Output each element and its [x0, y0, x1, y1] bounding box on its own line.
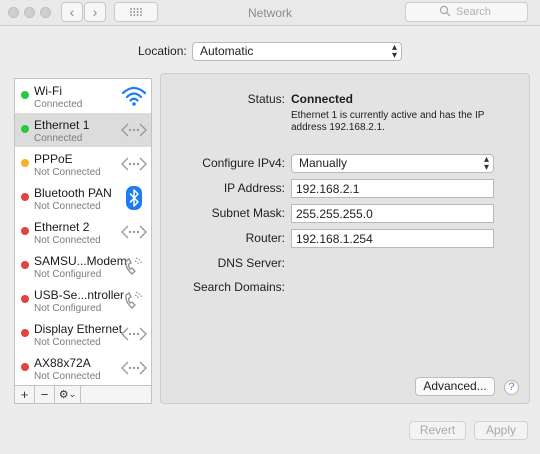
configure-ipv4-label: Configure IPv4: [202, 156, 285, 170]
service-status: Not Connected [34, 167, 101, 178]
service-status: Connected [34, 99, 83, 110]
remove-service-button[interactable]: − [35, 386, 55, 403]
service-name: SAMSU...Modem [34, 254, 127, 268]
service-list: Wi-Fi Connected Ethernet 1 Connected PPP… [14, 78, 152, 386]
status-label: Status: [247, 92, 285, 106]
search-placeholder: Search [456, 6, 491, 18]
search-icon [439, 5, 451, 17]
service-status: Not Connected [34, 235, 101, 246]
service-item-samsung-modem[interactable]: SAMSU...Modem Not Configured [15, 249, 151, 283]
service-status: Not Configured [34, 269, 102, 280]
ethernet-icon [121, 356, 147, 380]
ethernet-icon [121, 152, 147, 176]
service-item-bluetooth-pan[interactable]: Bluetooth PAN Not Connected [15, 181, 151, 215]
popup-arrows-icon: ▴ ▾ [391, 42, 397, 61]
service-status: Not Connected [34, 337, 101, 348]
status-value: Connected [291, 92, 354, 106]
search-field[interactable]: Search [405, 2, 528, 22]
status-dot [21, 193, 29, 201]
title-bar: ‹ › Network Search [0, 0, 540, 26]
router-label: Router: [245, 231, 285, 245]
service-item-wifi[interactable]: Wi-Fi Connected [15, 79, 151, 113]
advanced-button[interactable]: Advanced... [415, 377, 495, 396]
configure-ipv4-select[interactable]: Manually ▴ ▾ [291, 154, 494, 173]
action-menu-button[interactable]: ⚙︎ ⌄ [55, 386, 81, 403]
service-name: Ethernet 1 [34, 118, 90, 132]
help-button[interactable]: ? [504, 380, 519, 395]
service-item-display-ethernet[interactable]: Display Ethernet Not Connected [15, 317, 151, 351]
status-dot [21, 295, 29, 303]
status-description-line2: address 192.168.2.1. [291, 122, 385, 133]
phone-icon [121, 288, 147, 312]
service-name: PPPoE [34, 152, 73, 166]
minus-icon: − [40, 387, 49, 402]
service-name: Display Ethernet [34, 322, 123, 336]
service-name: Wi-Fi [34, 84, 62, 98]
status-dot [21, 159, 29, 167]
service-status: Not Configured [34, 303, 102, 314]
service-item-ethernet-1[interactable]: Ethernet 1 Connected [15, 113, 151, 147]
ethernet-icon [121, 322, 147, 346]
status-dot [21, 363, 29, 371]
location-value: Automatic [200, 44, 254, 58]
ethernet-icon [121, 220, 147, 244]
service-item-usb-serial-controller[interactable]: USB-Se...ntroller Not Configured [15, 283, 151, 317]
service-name: USB-Se...ntroller [34, 288, 125, 302]
ip-address-field[interactable] [291, 179, 494, 198]
chevron-down-icon: ⌄ [68, 389, 77, 399]
bluetooth-icon [121, 186, 147, 210]
service-status: Connected [34, 133, 83, 144]
service-status: Not Connected [34, 371, 101, 382]
add-service-button[interactable]: + [15, 386, 35, 403]
configure-ipv4-value: Manually [299, 156, 348, 170]
search-domains-label: Search Domains: [192, 280, 285, 294]
router-field[interactable] [291, 229, 494, 248]
phone-icon [121, 254, 147, 278]
revert-button[interactable]: Revert [409, 421, 466, 440]
status-description-line1: Ethernet 1 is currently active and has t… [291, 110, 485, 121]
wifi-icon [121, 84, 147, 108]
location-select[interactable]: Automatic ▴ ▾ [192, 42, 402, 61]
status-dot [21, 329, 29, 337]
detail-panel: Status: Connected Ethernet 1 is currentl… [160, 73, 530, 404]
status-dot [21, 125, 29, 133]
service-name: Bluetooth PAN [34, 186, 112, 200]
status-dot [21, 227, 29, 235]
status-dot [21, 261, 29, 269]
gear-icon: ⚙︎ [58, 389, 69, 401]
dns-server-label: DNS Server: [217, 256, 285, 270]
ip-address-label: IP Address: [223, 181, 285, 195]
service-item-pppoe[interactable]: PPPoE Not Connected [15, 147, 151, 181]
apply-button[interactable]: Apply [474, 421, 528, 440]
status-dot [21, 91, 29, 99]
service-name: Ethernet 2 [34, 220, 90, 234]
service-item-ethernet-2[interactable]: Ethernet 2 Not Connected [15, 215, 151, 249]
service-status: Not Connected [34, 201, 101, 212]
service-item-ax88x72a[interactable]: AX88x72A Not Connected [15, 351, 151, 385]
location-label: Location: [138, 44, 187, 58]
popup-arrows-icon: ▴ ▾ [483, 154, 489, 173]
service-name: AX88x72A [34, 356, 91, 370]
subnet-mask-label: Subnet Mask: [211, 206, 285, 220]
subnet-mask-field[interactable] [291, 204, 494, 223]
service-list-toolbar: + − ⚙︎ ⌄ [14, 386, 152, 404]
plus-icon: + [20, 387, 29, 402]
ethernet-icon [121, 118, 147, 142]
